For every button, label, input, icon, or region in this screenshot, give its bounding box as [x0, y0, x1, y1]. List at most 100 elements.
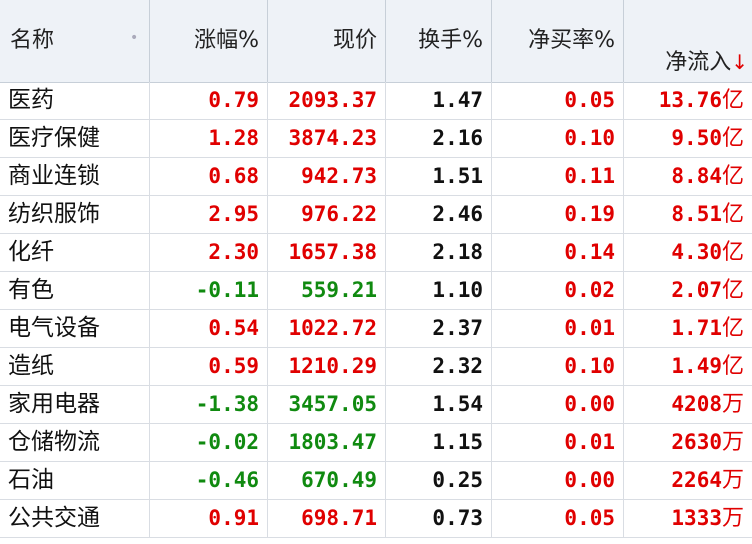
- table-row[interactable]: 家用电器 -1.38 3457.05 1.54 0.00 4208万: [0, 386, 752, 424]
- table-header: 名称 • 涨幅% 现价 换手% 净买率% 净流入↓: [0, 0, 752, 83]
- cell-turnover: 1.51: [386, 158, 492, 195]
- cell-turnover: 1.47: [386, 82, 492, 119]
- cell-change: -1.38: [150, 386, 268, 423]
- table-row[interactable]: 仓储物流 -0.02 1803.47 1.15 0.01 2630万: [0, 424, 752, 462]
- cell-net-buy: 0.10: [492, 348, 624, 385]
- net-inflow-unit: 万: [721, 430, 744, 455]
- cell-inflow: 8.84亿: [624, 158, 752, 195]
- table-row[interactable]: 医药 0.79 2093.37 1.47 0.05 13.76亿: [0, 82, 752, 120]
- cell-change: 2.30: [150, 234, 268, 271]
- cell-change: -0.46: [150, 462, 268, 499]
- col-header-turnover[interactable]: 换手%: [386, 0, 492, 82]
- net-inflow-value: 13.76: [658, 88, 722, 112]
- col-header-net-buy[interactable]: 净买率%: [492, 0, 624, 82]
- net-inflow-value: 9.50: [671, 126, 722, 150]
- net-inflow-value: 2264: [671, 468, 722, 492]
- cell-net-buy: 0.10: [492, 120, 624, 157]
- column-drag-dot-icon: •: [130, 30, 139, 46]
- cell-net-buy: 0.05: [492, 500, 624, 537]
- net-inflow-unit: 亿: [721, 126, 744, 151]
- col-header-net-inflow-label: 净流入: [665, 50, 732, 75]
- cell-price: 1803.47: [268, 424, 386, 461]
- cell-net-buy: 0.05: [492, 82, 624, 119]
- cell-price: 1657.38: [268, 234, 386, 271]
- net-inflow-value: 2630: [671, 430, 722, 454]
- cell-net-buy: 0.19: [492, 196, 624, 233]
- cell-inflow: 8.51亿: [624, 196, 752, 233]
- cell-inflow: 2264万: [624, 462, 752, 499]
- cell-name: 公共交通: [0, 500, 150, 537]
- net-inflow-value: 4.30: [671, 240, 722, 264]
- col-header-net-inflow[interactable]: 净流入↓: [624, 0, 752, 82]
- sort-desc-arrow-icon[interactable]: ↓: [731, 50, 748, 74]
- cell-turnover: 0.25: [386, 462, 492, 499]
- cell-inflow: 4208万: [624, 386, 752, 423]
- cell-price: 698.71: [268, 500, 386, 537]
- cell-change: 1.28: [150, 120, 268, 157]
- net-inflow-unit: 万: [721, 468, 744, 493]
- table-row[interactable]: 纺织服饰 2.95 976.22 2.46 0.19 8.51亿: [0, 196, 752, 234]
- cell-turnover: 1.10: [386, 272, 492, 309]
- cell-price: 3457.05: [268, 386, 386, 423]
- cell-inflow: 2.07亿: [624, 272, 752, 309]
- cell-name: 电气设备: [0, 310, 150, 347]
- table-row[interactable]: 造纸 0.59 1210.29 2.32 0.10 1.49亿: [0, 348, 752, 386]
- net-inflow-value: 2.07: [671, 278, 722, 302]
- col-header-change[interactable]: 涨幅%: [150, 0, 268, 82]
- cell-inflow: 13.76亿: [624, 82, 752, 119]
- table-row[interactable]: 石油 -0.46 670.49 0.25 0.00 2264万: [0, 462, 752, 500]
- cell-net-buy: 0.00: [492, 386, 624, 423]
- cell-net-buy: 0.01: [492, 310, 624, 347]
- cell-name: 有色: [0, 272, 150, 309]
- table-row[interactable]: 商业连锁 0.68 942.73 1.51 0.11 8.84亿: [0, 158, 752, 196]
- cell-inflow: 4.30亿: [624, 234, 752, 271]
- cell-name: 医疗保健: [0, 120, 150, 157]
- col-header-price-label: 现价: [332, 28, 377, 53]
- cell-name: 纺织服饰: [0, 196, 150, 233]
- table-row[interactable]: 电气设备 0.54 1022.72 2.37 0.01 1.71亿: [0, 310, 752, 348]
- cell-turnover: 1.15: [386, 424, 492, 461]
- cell-turnover: 2.18: [386, 234, 492, 271]
- cell-change: -0.11: [150, 272, 268, 309]
- cell-net-buy: 0.00: [492, 462, 624, 499]
- sector-ranking-table: 名称 • 涨幅% 现价 换手% 净买率% 净流入↓ 医药 0.79 2093.37 1…: [0, 0, 752, 544]
- cell-price: 3874.23: [268, 120, 386, 157]
- net-inflow-value: 8.51: [671, 202, 722, 226]
- cell-price: 559.21: [268, 272, 386, 309]
- col-header-price[interactable]: 现价: [268, 0, 386, 82]
- table-row[interactable]: 化纤 2.30 1657.38 2.18 0.14 4.30亿: [0, 234, 752, 272]
- net-inflow-unit: 亿: [721, 240, 744, 265]
- table-row[interactable]: 医疗保健 1.28 3874.23 2.16 0.10 9.50亿: [0, 120, 752, 158]
- cell-price: 976.22: [268, 196, 386, 233]
- cell-price: 2093.37: [268, 82, 386, 119]
- cell-net-buy: 0.01: [492, 424, 624, 461]
- cell-inflow: 9.50亿: [624, 120, 752, 157]
- net-inflow-unit: 万: [721, 506, 744, 531]
- cell-change: 0.68: [150, 158, 268, 195]
- net-inflow-value: 1.49: [671, 354, 722, 378]
- cell-name: 化纤: [0, 234, 150, 271]
- cell-price: 1210.29: [268, 348, 386, 385]
- col-header-turnover-label: 换手%: [418, 28, 483, 53]
- cell-name: 家用电器: [0, 386, 150, 423]
- net-inflow-unit: 亿: [721, 202, 744, 227]
- cell-net-buy: 0.14: [492, 234, 624, 271]
- cell-turnover: 1.54: [386, 386, 492, 423]
- table-row[interactable]: 有色 -0.11 559.21 1.10 0.02 2.07亿: [0, 272, 752, 310]
- cell-turnover: 2.32: [386, 348, 492, 385]
- table-row[interactable]: 公共交通 0.91 698.71 0.73 0.05 1333万: [0, 500, 752, 538]
- cell-inflow: 1333万: [624, 500, 752, 537]
- cell-name: 医药: [0, 82, 150, 119]
- col-header-name[interactable]: 名称 •: [0, 0, 150, 82]
- cell-price: 942.73: [268, 158, 386, 195]
- col-header-net-buy-label: 净买率%: [528, 28, 615, 53]
- cell-name: 仓储物流: [0, 424, 150, 461]
- net-inflow-unit: 亿: [721, 354, 744, 379]
- net-inflow-value: 8.84: [671, 164, 722, 188]
- cell-change: 2.95: [150, 196, 268, 233]
- cell-change: 0.91: [150, 500, 268, 537]
- cell-price: 1022.72: [268, 310, 386, 347]
- net-inflow-value: 1333: [671, 506, 722, 530]
- cell-change: 0.54: [150, 310, 268, 347]
- cell-change: -0.02: [150, 424, 268, 461]
